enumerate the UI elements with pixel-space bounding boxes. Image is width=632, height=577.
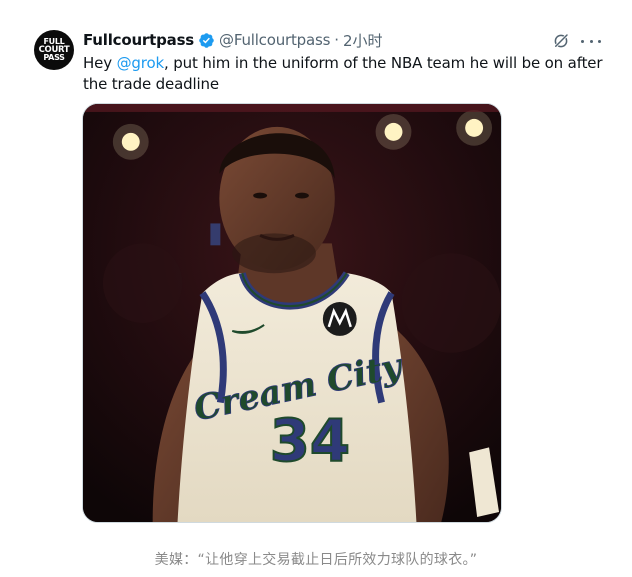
author-handle[interactable]: @Fullcourtpass <box>219 31 330 49</box>
grok-icon[interactable] <box>552 32 570 50</box>
separator-dot: · <box>334 31 339 49</box>
more-dot-icon <box>589 39 593 43</box>
author-display-name[interactable]: Fullcourtpass <box>83 31 194 49</box>
post-card[interactable]: FULL COURT PASS Fullcourtpass @Fullcourt… <box>0 0 632 540</box>
more-options-icon[interactable] <box>581 34 601 48</box>
avatar[interactable]: FULL COURT PASS <box>34 30 74 70</box>
avatar-text-line-3: PASS <box>43 53 65 63</box>
verified-badge-icon <box>199 32 214 48</box>
post-timestamp[interactable]: 2小时 <box>343 30 383 51</box>
image-caption: 美媒：“让他穿上交易截止日后所效力球队的球衣。” <box>154 552 478 568</box>
more-dot-icon <box>581 39 584 43</box>
jersey-number: 34 <box>270 406 350 474</box>
more-dot-icon <box>598 39 601 43</box>
post-image[interactable]: Cream City 34 <box>82 103 502 523</box>
post-header: Fullcourtpass @Fullcourtpass · 2小时 <box>83 30 383 50</box>
grok-mention-link[interactable]: @grok <box>117 54 165 72</box>
post-text-prefix: Hey <box>83 54 117 72</box>
post-text: Hey @grok, put him in the uniform of the… <box>83 53 603 95</box>
player-photo: Cream City 34 <box>83 104 501 522</box>
